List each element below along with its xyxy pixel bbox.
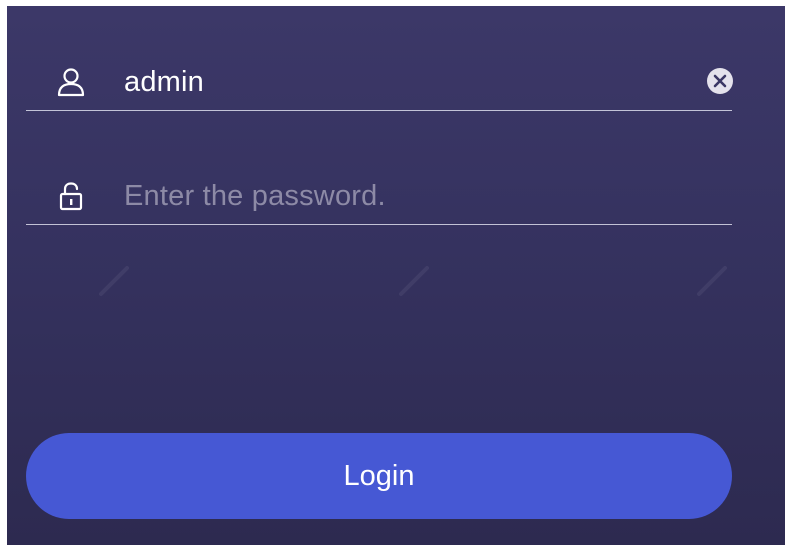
watermark-icon bbox=[399, 266, 429, 296]
user-icon bbox=[57, 68, 85, 97]
username-field[interactable]: admin bbox=[26, 54, 733, 111]
login-button[interactable]: Login bbox=[26, 433, 732, 519]
username-value[interactable]: admin bbox=[124, 66, 204, 98]
clear-icon[interactable] bbox=[707, 68, 733, 94]
password-field[interactable]: Enter the password. bbox=[26, 168, 732, 225]
login-panel: admin Enter the password. Login bbox=[7, 6, 785, 545]
lock-icon bbox=[59, 182, 83, 211]
password-placeholder[interactable]: Enter the password. bbox=[124, 180, 386, 212]
watermark-icon bbox=[697, 266, 727, 296]
watermark-icon bbox=[99, 266, 129, 296]
